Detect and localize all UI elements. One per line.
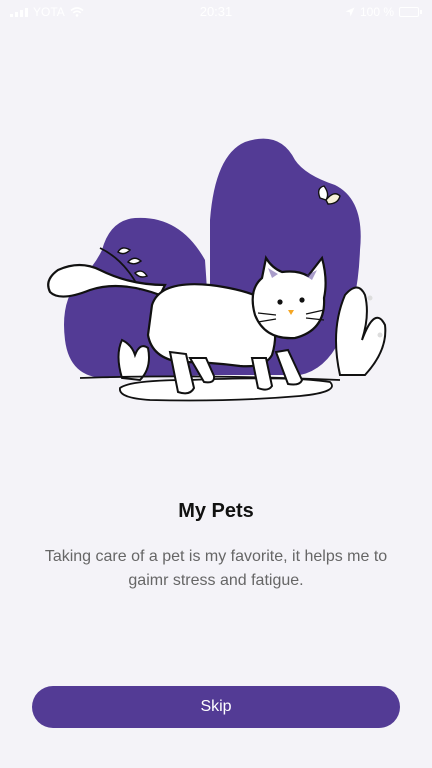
leaf-plant-right xyxy=(335,286,387,376)
page-description: Taking care of a pet is my favorite, it … xyxy=(44,548,388,589)
skip-button[interactable]: Skip xyxy=(32,686,400,728)
page-title: My Pets xyxy=(178,500,254,522)
onboarding-screen: YOTA 20:31 100 % My Pets Taking care of … xyxy=(0,0,432,768)
cat-eye-left xyxy=(277,299,283,305)
battery-icon xyxy=(399,7,422,17)
status-bar: YOTA 20:31 100 % xyxy=(0,0,432,24)
cat-illustration xyxy=(47,138,387,402)
status-time: 20:31 xyxy=(199,4,233,19)
cat-eye-right xyxy=(299,297,305,303)
